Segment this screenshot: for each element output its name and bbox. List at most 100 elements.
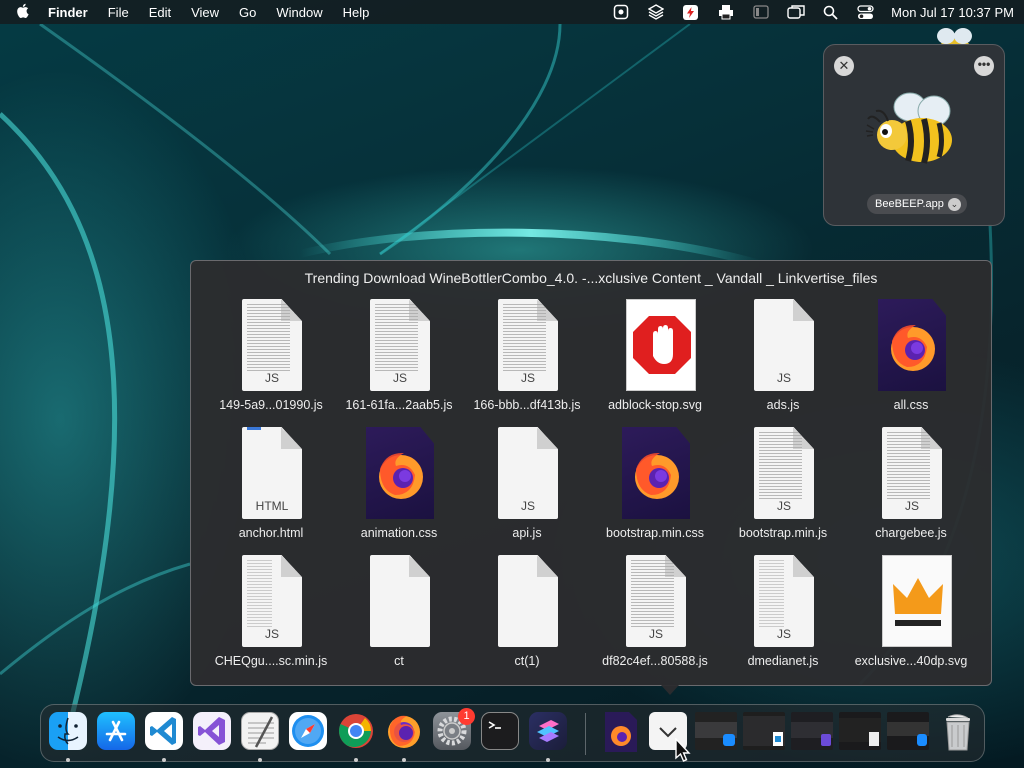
apple-menu-icon[interactable] [0, 3, 44, 22]
file-name-label: ads.js [766, 398, 800, 412]
spotlight-search-icon[interactable] [813, 0, 848, 24]
file-item[interactable]: adblock-stop.svg [591, 299, 719, 419]
display-icon[interactable] [743, 0, 778, 24]
file-name-label: CHEQgu....sc.min.js [214, 654, 328, 668]
visual-studio-icon[interactable] [193, 712, 231, 750]
screen-record-icon[interactable] [603, 0, 638, 24]
notification-card[interactable]: ✕ ••• BeeBEEP.app ⌄ [823, 44, 1005, 226]
file-item[interactable]: JS bootstrap.min.js [719, 427, 847, 547]
minimized-window-4[interactable] [839, 712, 881, 750]
js-document-icon: JS [748, 299, 820, 391]
shortcuts-icon[interactable] [529, 712, 567, 750]
file-extension-label: JS [776, 627, 791, 641]
minimized-window-5[interactable] [887, 712, 929, 750]
firefox-document-icon [364, 427, 436, 519]
file-name-label: 161-61fa...2aab5.js [345, 398, 453, 412]
menu-file[interactable]: File [98, 5, 139, 20]
more-options-icon[interactable]: ••• [974, 56, 994, 76]
file-name-label: ct(1) [514, 654, 540, 668]
file-item[interactable]: JS 161-61fa...2aab5.js [335, 299, 463, 419]
vscode-icon[interactable] [145, 712, 183, 750]
file-extension-label: HTML [255, 499, 289, 513]
menu-go[interactable]: Go [229, 5, 266, 20]
file-name-label: exclusive...40dp.svg [854, 654, 968, 668]
minimized-window-2[interactable] [743, 712, 785, 750]
file-item[interactable]: JS dmedianet.js [719, 555, 847, 675]
blank-document-icon [492, 555, 564, 647]
file-extension-label: JS [648, 627, 663, 641]
screen-mirroring-icon[interactable] [778, 0, 813, 24]
textedit-icon[interactable] [241, 712, 279, 750]
menu-window[interactable]: Window [266, 5, 332, 20]
notification-app-label: BeeBEEP.app [875, 198, 944, 210]
file-extension-label: JS [904, 499, 919, 513]
file-name-label: 149-5a9...01990.js [219, 398, 323, 412]
file-name-label: bootstrap.min.css [606, 526, 704, 540]
adblock-stop-icon [620, 299, 696, 391]
dock-separator [585, 713, 586, 755]
app-store-icon[interactable] [97, 712, 135, 750]
running-indicator [546, 758, 550, 762]
finder-icon[interactable] [49, 712, 87, 750]
file-item[interactable]: bootstrap.min.css [591, 427, 719, 547]
file-item[interactable]: all.css [847, 299, 975, 419]
running-indicator [402, 758, 406, 762]
safari-icon[interactable] [289, 712, 327, 750]
file-name-label: dmedianet.js [747, 654, 819, 668]
menu-bar: Finder File Edit View Go Window Help Mon… [0, 0, 1024, 24]
app-name-pill[interactable]: BeeBEEP.app ⌄ [867, 194, 967, 214]
control-center-icon[interactable] [848, 0, 883, 24]
running-indicator [66, 758, 70, 762]
file-name-label: df82c4ef...80588.js [602, 654, 708, 668]
beebeep-app-icon [865, 92, 952, 164]
downloads-stack-popup: Trending Download WineBottlerCombo_4.0. … [190, 260, 992, 695]
running-indicator [162, 758, 166, 762]
menu-view[interactable]: View [181, 5, 229, 20]
printer-icon[interactable] [708, 0, 743, 24]
stack-pointer [661, 685, 679, 695]
file-item[interactable]: exclusive...40dp.svg [847, 555, 975, 675]
file-name-label: 166-bbb...df413b.js [473, 398, 581, 412]
file-item[interactable]: JS df82c4ef...80588.js [591, 555, 719, 675]
file-item[interactable]: JS ads.js [719, 299, 847, 419]
menu-bar-clock[interactable]: Mon Jul 17 10:37 PM [883, 5, 1014, 20]
file-extension-label: JS [264, 371, 279, 385]
file-extension-label: JS [776, 371, 791, 385]
file-item[interactable]: JS chargebee.js [847, 427, 975, 547]
close-icon[interactable]: ✕ [834, 56, 854, 76]
file-name-label: bootstrap.min.js [738, 526, 828, 540]
file-name-label: all.css [893, 398, 929, 412]
file-item[interactable]: JS CHEQgu....sc.min.js [207, 555, 335, 675]
menu-help[interactable]: Help [333, 5, 380, 20]
file-item[interactable]: animation.css [335, 427, 463, 547]
file-item[interactable]: HTML anchor.html [207, 427, 335, 547]
stack-icon[interactable] [638, 0, 673, 24]
terminal-icon[interactable] [481, 712, 519, 750]
file-item[interactable]: JS 166-bbb...df413b.js [463, 299, 591, 419]
js-document-icon: JS [620, 555, 692, 647]
trash-icon[interactable] [939, 712, 977, 751]
file-name-label: chargebee.js [875, 526, 947, 540]
file-item[interactable]: JS 149-5a9...01990.js [207, 299, 335, 419]
js-document-icon: JS [748, 427, 820, 519]
js-document-icon: JS [876, 427, 948, 519]
menu-edit[interactable]: Edit [139, 5, 181, 20]
crown-image-icon [876, 555, 952, 647]
chrome-icon[interactable] [337, 712, 375, 750]
flash-icon[interactable] [673, 0, 708, 24]
menu-app-name[interactable]: Finder [44, 5, 98, 20]
file-item[interactable]: ct [335, 555, 463, 675]
file-extension-label: JS [776, 499, 791, 513]
stack-title: Trending Download WineBottlerCombo_4.0. … [304, 270, 878, 286]
running-indicator [258, 758, 262, 762]
file-name-label: ct [394, 654, 404, 668]
downloads-stack-icon[interactable] [601, 712, 639, 752]
firefox-icon[interactable] [385, 712, 423, 750]
chevron-down-icon[interactable]: ⌄ [947, 197, 961, 211]
minimized-window-3[interactable] [791, 712, 833, 750]
file-item[interactable]: ct(1) [463, 555, 591, 675]
minimized-window-1[interactable] [695, 712, 737, 750]
js-document-icon: JS [492, 427, 564, 519]
file-item[interactable]: JS api.js [463, 427, 591, 547]
dock [40, 704, 985, 762]
